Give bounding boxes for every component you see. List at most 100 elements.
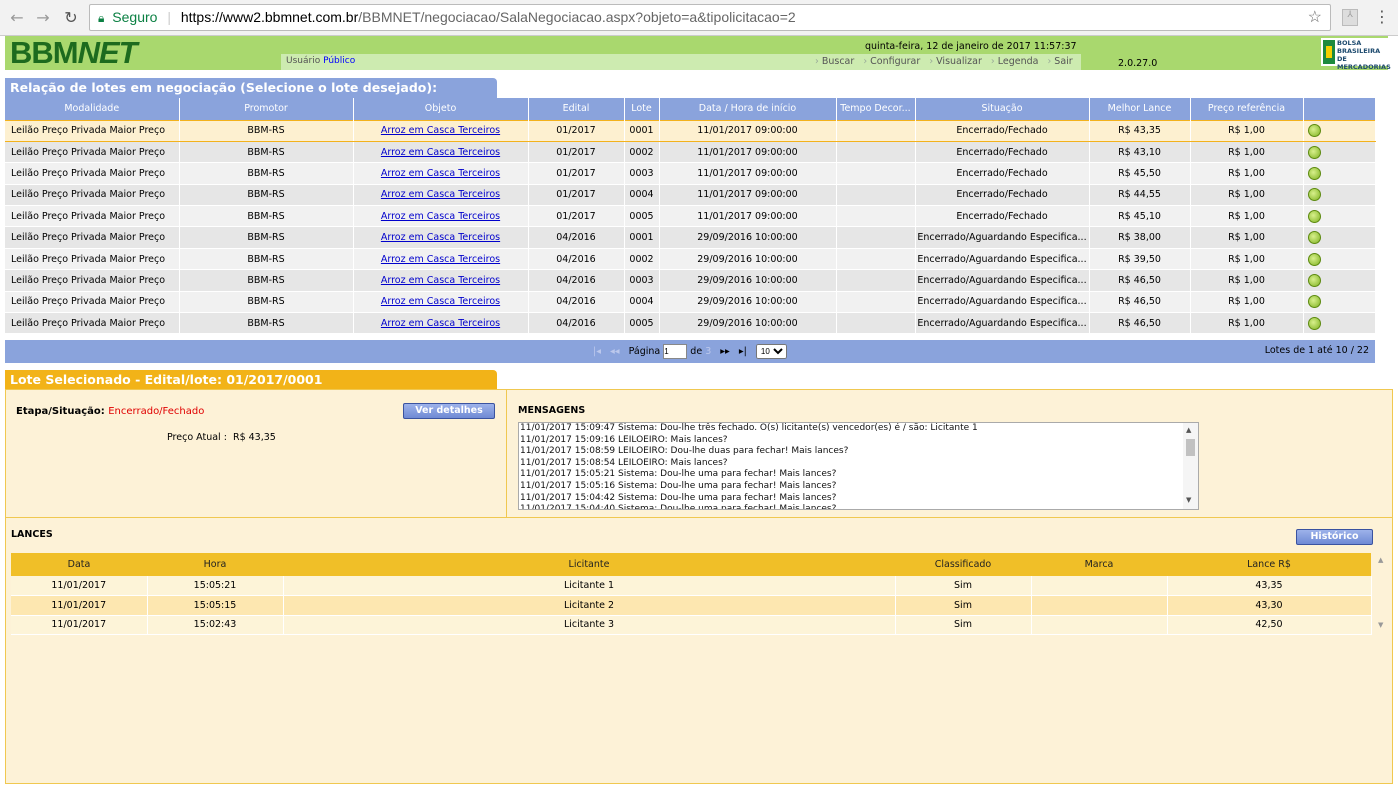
messages-box[interactable]: 11/01/2017 15:09:47 Sistema: Dou-lhe trê…	[518, 422, 1199, 510]
message-line: 11/01/2017 15:05:21 Sistema: Dou-lhe uma…	[520, 469, 837, 480]
cell-modalidade: Leilão Preço Privada Maior Preço	[5, 269, 180, 292]
col-objeto[interactable]: Objeto	[353, 98, 529, 120]
first-page-icon[interactable]: |◂	[593, 346, 601, 357]
bookmark-star-icon[interactable]: ☆	[1308, 5, 1322, 30]
status-clock-icon	[1307, 231, 1321, 245]
reload-icon[interactable]: ↻	[60, 7, 82, 29]
objeto-link[interactable]: Arroz em Casca Terceiros	[381, 125, 500, 136]
menu-legenda[interactable]: Legenda	[991, 56, 1039, 67]
bbm-logo-line-3: MERCADORIAS	[1337, 63, 1391, 71]
extension-icon[interactable]: ⅄	[1342, 9, 1358, 26]
cell-melhor-lance: R$ 39,50	[1089, 248, 1191, 271]
scroll-down-icon[interactable]: ▼	[1186, 495, 1191, 507]
col-modalidade[interactable]: Modalidade	[5, 98, 180, 120]
lances-scroll-down-icon[interactable]: ▼	[1378, 621, 1383, 629]
cell-modalidade: Leilão Preço Privada Maior Preço	[5, 205, 180, 228]
lance-cell-valor: 43,35	[1167, 576, 1372, 596]
menu-sair[interactable]: Sair	[1047, 56, 1072, 67]
objeto-link[interactable]: Arroz em Casca Terceiros	[381, 211, 500, 222]
cell-melhor-lance: R$ 38,00	[1089, 226, 1191, 249]
cell-promotor: BBM-RS	[179, 226, 354, 249]
cell-lote: 0004	[624, 291, 660, 314]
menu-buscar[interactable]: Buscar	[815, 56, 854, 67]
cell-situacao: Encerrado/Fechado	[915, 184, 1090, 207]
objeto-link[interactable]: Arroz em Casca Terceiros	[381, 232, 500, 243]
preco-atual: Preço Atual : R$ 43,35	[167, 432, 276, 443]
objeto-link[interactable]: Arroz em Casca Terceiros	[381, 168, 500, 179]
lance-cell-data: 11/01/2017	[11, 615, 148, 635]
cell-status	[1303, 291, 1376, 314]
col-edital[interactable]: Edital	[528, 98, 625, 120]
cell-status	[1303, 184, 1376, 207]
col-preco-ref[interactable]: Preço referência	[1190, 98, 1304, 120]
cell-edital: 04/2016	[528, 248, 625, 271]
menu-visualizar[interactable]: Visualizar	[929, 56, 982, 67]
cell-status	[1303, 119, 1376, 142]
last-page-icon[interactable]: ▸|	[739, 346, 747, 357]
objeto-link[interactable]: Arroz em Casca Terceiros	[381, 147, 500, 158]
cell-status	[1303, 226, 1376, 249]
cell-tempo	[836, 205, 916, 228]
scroll-up-icon[interactable]: ▲	[1186, 425, 1191, 437]
col-tempo[interactable]: Tempo Decor...	[836, 98, 916, 120]
ver-detalhes-button[interactable]: Ver detalhes	[403, 403, 495, 419]
logo-text-b: NET	[77, 35, 138, 70]
cell-melhor-lance: R$ 45,10	[1089, 205, 1191, 228]
col-lote[interactable]: Lote	[624, 98, 660, 120]
page-size-select[interactable]: 10	[755, 344, 787, 359]
cell-tempo	[836, 312, 916, 335]
objeto-link[interactable]: Arroz em Casca Terceiros	[381, 275, 500, 286]
lote-row[interactable]: Leilão Preço Privada Maior Preço BBM-RS Ar…	[5, 141, 1376, 164]
back-arrow-icon[interactable]: ←	[6, 7, 28, 29]
bbm-flag-icon	[1323, 40, 1335, 64]
messages-scrollbar[interactable]: ▲ ▼	[1183, 423, 1198, 509]
col-situacao[interactable]: Situação	[915, 98, 1090, 120]
objeto-link[interactable]: Arroz em Casca Terceiros	[381, 296, 500, 307]
cell-inicio: 29/09/2016 10:00:00	[659, 291, 837, 314]
cell-inicio: 11/01/2017 09:00:00	[659, 162, 837, 185]
cell-objeto: Arroz em Casca Terceiros	[353, 291, 529, 314]
panel-vertical-divider	[506, 390, 507, 517]
scroll-thumb[interactable]	[1186, 439, 1195, 456]
cell-objeto: Arroz em Casca Terceiros	[353, 184, 529, 207]
lance-cell-classificado: Sim	[895, 595, 1032, 616]
objeto-link[interactable]: Arroz em Casca Terceiros	[381, 189, 500, 200]
bbmnet-logo: BBMNET	[10, 35, 138, 70]
lote-row[interactable]: Leilão Preço Privada Maior Preço BBM-RS Ar…	[5, 269, 1376, 292]
selected-lote-panel: Etapa/Situação: Encerrado/Fechado Ver de…	[5, 389, 1393, 784]
lote-row[interactable]: Leilão Preço Privada Maior Preço BBM-RS Ar…	[5, 291, 1376, 314]
panel-horizontal-divider	[6, 517, 1392, 518]
menu-configurar[interactable]: Configurar	[863, 56, 920, 67]
next-page-icon[interactable]: ▸▸	[720, 346, 730, 357]
cell-situacao: Encerrado/Aguardando Especifica...	[915, 291, 1090, 314]
forward-arrow-icon[interactable]: →	[32, 7, 54, 29]
lance-cell-marca	[1031, 576, 1168, 596]
lote-row[interactable]: Leilão Preço Privada Maior Preço BBM-RS Ar…	[5, 162, 1376, 185]
col-inicio[interactable]: Data / Hora de início	[659, 98, 837, 120]
lote-row[interactable]: Leilão Preço Privada Maior Preço BBM-RS Ar…	[5, 205, 1376, 228]
page-input[interactable]	[663, 344, 688, 359]
lote-row[interactable]: Leilão Preço Privada Maior Preço BBM-RS Ar…	[5, 226, 1376, 249]
lances-scroll-up-icon[interactable]: ▲	[1378, 556, 1383, 564]
address-bar[interactable]: 🔒︎ Seguro | https://www2.bbmnet.com.br/B…	[89, 4, 1331, 31]
status-clock-icon	[1307, 188, 1321, 202]
historico-button[interactable]: Histórico	[1296, 529, 1373, 545]
col-promotor[interactable]: Promotor	[179, 98, 354, 120]
lances-title: LANCES	[11, 529, 53, 540]
lote-row[interactable]: Leilão Preço Privada Maior Preço BBM-RS Ar…	[5, 312, 1376, 335]
lance-cell-data: 11/01/2017	[11, 595, 148, 616]
objeto-link[interactable]: Arroz em Casca Terceiros	[381, 318, 500, 329]
cell-lote: 0003	[624, 162, 660, 185]
lote-row[interactable]: Leilão Preço Privada Maior Preço BBM-RS Ar…	[5, 248, 1376, 271]
pager-total: Lotes de 1 até 10 / 22	[1264, 345, 1369, 356]
cell-tempo	[836, 248, 916, 271]
lote-row[interactable]: Leilão Preço Privada Maior Preço BBM-RS Ar…	[5, 119, 1376, 142]
lock-icon: 🔒︎	[98, 11, 105, 25]
prev-page-icon[interactable]: ◂◂	[610, 346, 620, 357]
col-melhor-lance[interactable]: Melhor Lance	[1089, 98, 1191, 120]
objeto-link[interactable]: Arroz em Casca Terceiros	[381, 254, 500, 265]
browser-menu-icon[interactable]: ⋮	[1374, 7, 1390, 26]
status-clock-icon	[1307, 316, 1321, 330]
cell-promotor: BBM-RS	[179, 269, 354, 292]
lote-row[interactable]: Leilão Preço Privada Maior Preço BBM-RS Ar…	[5, 184, 1376, 207]
